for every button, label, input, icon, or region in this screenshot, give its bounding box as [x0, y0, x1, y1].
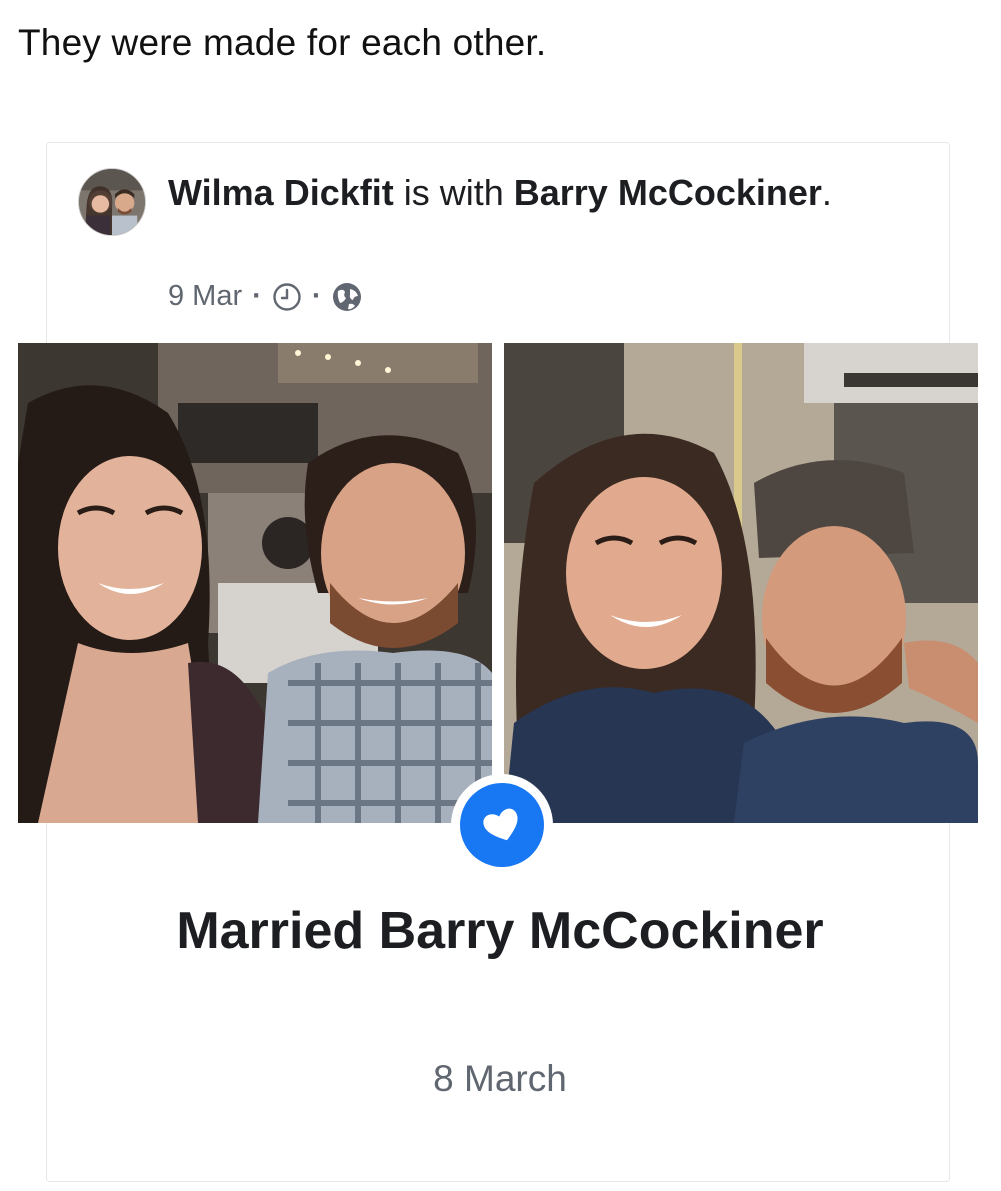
life-event-date: 8 March: [433, 1058, 567, 1099]
life-event-badge: [451, 774, 553, 876]
couple-photo-home: [504, 343, 978, 823]
author-name-link[interactable]: Wilma Dickfit: [168, 172, 394, 213]
sentence-period: .: [821, 172, 832, 213]
clock-icon: [272, 282, 302, 312]
post-author-line: Wilma Dickfit is with Barry McCockiner.: [168, 170, 848, 215]
meta-separator-2: ·: [311, 280, 322, 312]
photo-left[interactable]: [18, 343, 492, 823]
post-meta: 9 Mar · ·: [168, 280, 363, 313]
with-text: is with: [393, 172, 514, 213]
post-caption: They were made for each other.: [18, 22, 547, 63]
meta-separator: ·: [252, 280, 262, 312]
couple-photo-restaurant: [18, 343, 492, 823]
avatar[interactable]: [78, 168, 146, 236]
photo-right[interactable]: [504, 343, 978, 823]
tagged-name-link[interactable]: Barry McCockiner: [514, 172, 822, 213]
life-event-title: Married Barry McCockiner: [176, 902, 824, 960]
photo-grid: [18, 343, 978, 823]
heart-icon: [460, 783, 544, 867]
post-date[interactable]: 9 Mar: [168, 280, 242, 313]
avatar-image: [79, 169, 145, 235]
globe-icon[interactable]: [331, 281, 363, 313]
